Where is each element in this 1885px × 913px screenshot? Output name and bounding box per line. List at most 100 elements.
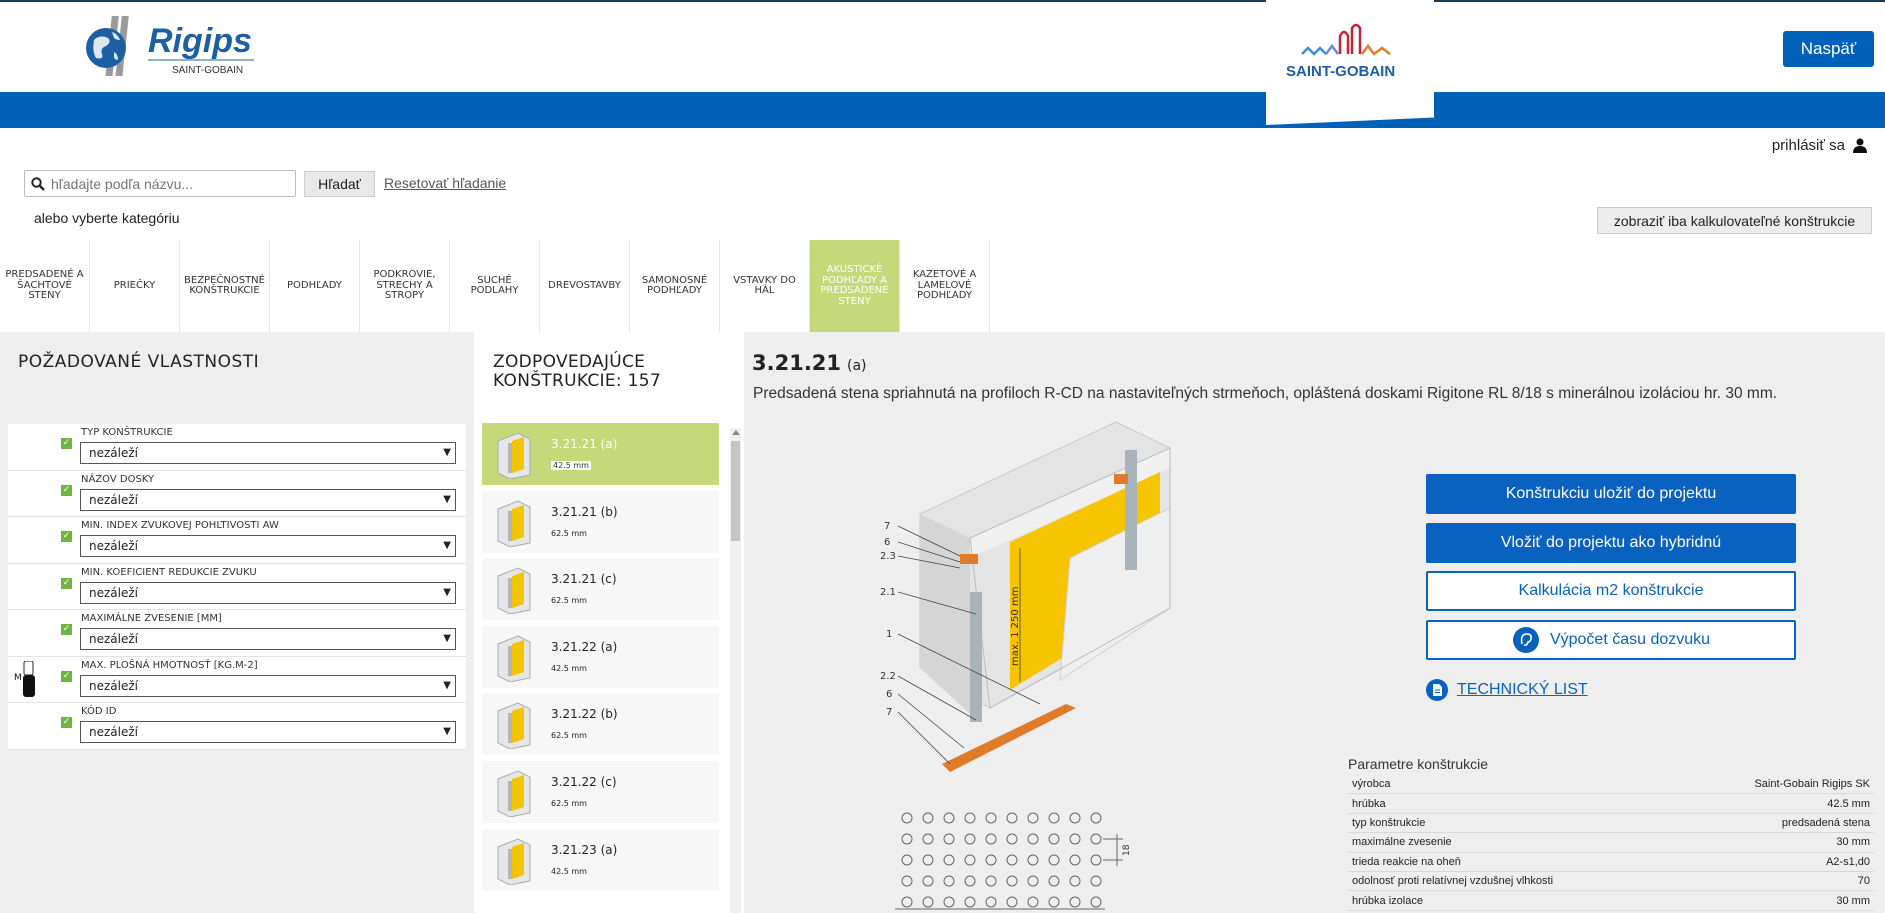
saint-gobain-logo[interactable]: SAINT-GOBAIN	[1266, 0, 1434, 125]
list-item[interactable]: 3.21.22 (a) 42.5 mm	[482, 625, 719, 688]
param-key: hrúbka izolace	[1352, 894, 1423, 907]
save-construction-button[interactable]: Konštrukciu uložiť do projektu	[1426, 474, 1796, 514]
filter-select[interactable]: nezáleží ▼	[80, 535, 456, 557]
category-tab[interactable]: SUCHÉ PODLAHY	[450, 240, 540, 332]
parameters-table: výrobca Saint-Gobain Rigips SK hrúbka 42.5…	[1348, 775, 1874, 911]
filter-row: ✓ MIN. KOEFICIENT REDUKCIE ZVUKU nezálež…	[8, 564, 466, 610]
list-item-selected[interactable]: 3.21.21 (a) 42.5 mm	[482, 423, 719, 485]
search-icon	[31, 176, 45, 191]
construction-thumbnail	[497, 770, 531, 817]
filter-select[interactable]: nezáleží ▼	[80, 581, 456, 604]
list-item[interactable]: 3.21.21 (b) 62.5 mm	[482, 490, 719, 553]
calculable-only-button[interactable]: zobraziť iba kalkulovateľné konštrukcie	[1597, 207, 1872, 234]
construction-thickness: 42.5 mm	[551, 663, 587, 673]
toggle-label: M	[14, 673, 22, 683]
checkbox-icon[interactable]: ✓	[61, 670, 72, 682]
mode-toggle[interactable]: M	[14, 660, 38, 699]
search-input[interactable]	[51, 175, 286, 192]
back-button[interactable]: Naspäť	[1783, 31, 1874, 67]
results-title: ZODPOVEDAJÚCE KONŠTRUKCIE: 157	[493, 353, 661, 391]
param-value: predsadená stena	[1781, 816, 1870, 829]
filter-select[interactable]: nezáleží ▼	[80, 721, 456, 743]
construction-code: 3.21.21	[752, 351, 842, 375]
calculation-button[interactable]: Kalkulácia m2 konštrukcie	[1426, 571, 1796, 611]
search-button[interactable]: Hľadať	[304, 171, 375, 197]
list-item[interactable]: 3.21.21 (c) 62.5 mm	[482, 558, 719, 621]
filter-select[interactable]: nezáleží ▼	[80, 674, 456, 697]
filter-row: ✓ MIN. INDEX ZVUKOVEJ POHLTIVOSTI Aw nez…	[8, 517, 466, 564]
checkbox-icon[interactable]: ✓	[61, 717, 72, 728]
list-item[interactable]: 3.21.22 (b) 62.5 mm	[482, 693, 719, 756]
category-tab[interactable]: PREDSADENÉ A ŠACHTOVÉ STENY	[0, 240, 90, 332]
list-item[interactable]: 3.21.23 (a) 42.5 mm	[482, 828, 719, 891]
callout-label: 2.3	[880, 551, 896, 562]
filter-select[interactable]: nezáleží ▼	[80, 628, 456, 650]
category-tab[interactable]: BEZPEČNOSTNÉ KONŠTRUKCIE	[180, 240, 270, 332]
category-tab[interactable]: DREVOSTAVBY	[540, 240, 630, 332]
construction-thickness: 42.5 mm	[551, 461, 591, 470]
checkbox-icon[interactable]: ✓	[61, 438, 72, 449]
user-icon	[1853, 138, 1867, 153]
reverberation-time-button[interactable]: Výpočet času dozvuku	[1426, 620, 1796, 660]
filter-value: nezáleží	[89, 725, 138, 739]
filter-label: KÓD ID	[81, 706, 117, 717]
checkbox-icon[interactable]: ✓	[61, 577, 72, 589]
category-label: PREDSADENÉ A ŠACHTOVÉ STENY	[5, 269, 84, 302]
category-label: AKUSTICKÉ PODHĽADY A PREDSADENÉ STENY	[820, 264, 889, 307]
category-tab[interactable]: PODHĽADY	[270, 240, 360, 332]
filter-select[interactable]: nezáleží ▼	[80, 442, 456, 464]
filter-label: NÁZOV DOSKY	[81, 473, 155, 485]
construction-description: Predsadená stena spriahnutá na profiloch…	[753, 385, 1778, 402]
scroll-up-icon[interactable]	[732, 430, 740, 435]
checkbox-icon[interactable]: ✓	[61, 624, 72, 635]
document-icon	[1426, 679, 1448, 701]
category-tab-active[interactable]: AKUSTICKÉ PODHĽADY A PREDSADENÉ STENY	[810, 240, 900, 332]
filter-label: MAXIMÁLNE ZVESENIE [mm]	[81, 613, 222, 624]
construction-thumbnail	[497, 500, 531, 547]
category-bar: PREDSADENÉ A ŠACHTOVÉ STENY PRIEČKY BEZP…	[0, 240, 990, 332]
login-link[interactable]: prihlásiť sa	[1772, 137, 1867, 154]
rigips-logo[interactable]: Rigips SAINT-GOBAIN	[84, 14, 256, 80]
construction-name: 3.21.21 (c)	[551, 572, 617, 587]
category-tab[interactable]: VSTAVKY DO HÁL	[720, 240, 810, 332]
filter-value: nezáleží	[89, 446, 138, 460]
technical-sheet-link[interactable]: TECHNICKÝ LIST	[1426, 679, 1588, 701]
construction-thumbnail	[497, 432, 531, 479]
category-tab[interactable]: SAMONOSNÉ PODHĽADY	[630, 240, 720, 332]
filter-row: ✓ TYP KONŠTRUKCIE nezáleží ▼	[8, 424, 466, 471]
dropdown-arrow-icon: ▼	[443, 679, 451, 691]
filter-value: nezáleží	[89, 492, 138, 507]
category-label: SAMONOSNÉ PODHĽADY	[641, 274, 708, 296]
ear-icon	[1512, 627, 1539, 653]
filter-value: nezáleží	[89, 585, 138, 600]
category-tab[interactable]: PODKROVIE, STRECHY A STROPY	[360, 240, 450, 332]
construction-drawing: 7 6 2.3 2.1 1 2.2 6 7 max. 1 250 mm	[870, 418, 1180, 780]
param-value: 70	[1857, 875, 1870, 888]
checkbox-icon[interactable]: ✓	[61, 484, 72, 496]
filter-select[interactable]: nezáleží ▼	[80, 488, 456, 511]
dropdown-arrow-icon: ▼	[443, 633, 451, 644]
filter-value: nezáleží	[89, 678, 138, 693]
checkbox-icon[interactable]: ✓	[61, 531, 72, 542]
category-tab[interactable]: KAZETOVÉ A LAMELOVÉ PODHĽADY	[900, 240, 990, 332]
filter-row: ✓ MAX. PLOŠNÁ HMOTNOSŤ [kg.m-2] nezáleží…	[8, 657, 466, 703]
list-item[interactable]: 3.21.22 (c) 62.5 mm	[482, 760, 719, 823]
param-key: trieda reakcie na oheň	[1352, 855, 1461, 868]
filter-label: MAX. PLOŠNÁ HMOTNOSŤ [kg.m-2]	[81, 659, 258, 671]
construction-thickness: 62.5 mm	[551, 528, 587, 538]
construction-thickness: 62.5 mm	[551, 798, 587, 808]
construction-name: 3.21.22 (a)	[551, 639, 618, 654]
construction-thickness: 62.5 mm	[551, 596, 587, 606]
add-hybrid-button[interactable]: Vložiť do projektu ako hybridnú	[1426, 523, 1796, 563]
param-value: 30 mm	[1836, 836, 1870, 849]
rigips-logo-icon: Rigips SAINT-GOBAIN	[86, 16, 254, 76]
dropdown-arrow-icon: ▼	[443, 586, 451, 598]
construction-name: 3.21.22 (b)	[551, 707, 618, 722]
perforation-pattern: 18	[895, 804, 1135, 913]
list-scrollbar-thumb[interactable]	[731, 441, 740, 541]
filter-row: ✓ NÁZOV DOSKY nezáleží ▼	[8, 471, 466, 517]
category-tab[interactable]: PRIEČKY	[90, 240, 180, 332]
filter-label: MIN. INDEX ZVUKOVEJ POHLTIVOSTI Aw	[81, 520, 279, 531]
reset-search-link[interactable]: Resetovať hľadanie	[384, 175, 506, 191]
table-row: maximálne zvesenie 30 mm	[1348, 833, 1874, 853]
